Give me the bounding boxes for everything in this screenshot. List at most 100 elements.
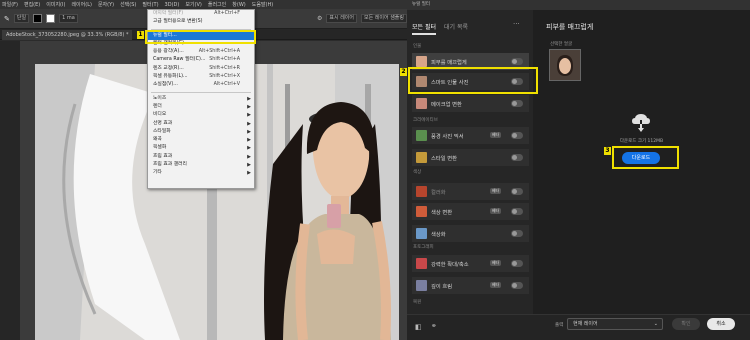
filter-item[interactable]: 깊이 흐림 베타 — [412, 277, 529, 294]
eyedropper-icon[interactable]: ✎ — [4, 15, 10, 23]
filter-thumbnail — [416, 98, 427, 109]
filter-toggle[interactable] — [511, 260, 523, 267]
menu-item-label: 노이즈 — [153, 95, 167, 101]
tab-wait-list[interactable]: 대기 목록 — [444, 22, 468, 35]
output-value: 현재 레이어 — [573, 321, 598, 327]
document-tab[interactable]: AdobeStock_373052280.jpeg @ 33.3% (RGB/8… — [2, 30, 133, 40]
layer-preview-icon[interactable]: ◧ — [415, 323, 422, 331]
menu-item-label: 응용 광각(A)... — [153, 49, 184, 55]
filter-menu-item[interactable]: 마지막 필터(F) Alt+Ctrl+F — [148, 10, 254, 18]
filter-menu-item[interactable]: 렌즈 교정(R)... Shift+Ctrl+R — [148, 65, 254, 73]
filter-name: 피부를 매끄럽게 — [431, 59, 467, 66]
filter-menu-item[interactable]: 선명 효과 ▶ — [148, 120, 254, 128]
sample-layer-select[interactable]: 표시 레이어 — [326, 14, 358, 23]
filter-thumbnail — [416, 280, 427, 291]
menu-item-label: 흐림 효과 갤러리 — [153, 162, 187, 168]
compare-icon[interactable]: ⚭ — [431, 322, 437, 330]
filter-item[interactable]: 색상화 — [412, 225, 529, 242]
submenu-arrow-icon: ▶ — [247, 103, 251, 110]
callout-box-2 — [408, 67, 538, 94]
filter-thumbnail — [416, 206, 427, 217]
output-select[interactable]: 현재 레이어 ⌄ — [567, 318, 663, 330]
filter-category-label: 색상 — [413, 170, 422, 175]
menu-2[interactable]: 이미지(I) — [46, 1, 65, 8]
filter-item[interactable]: 컬러화 베타 — [412, 183, 529, 200]
size-field[interactable]: 1 ma — [59, 14, 78, 23]
selected-face-thumbnail[interactable] — [549, 49, 581, 81]
filter-menu-item[interactable]: 픽셀 유동화(L)... Shift+Ctrl+X — [148, 73, 254, 81]
background-color-swatch[interactable] — [46, 14, 56, 23]
sample-all-checkbox[interactable]: 모든 레이어 샘플링 — [361, 14, 407, 23]
filter-name: 스타일 변환 — [431, 155, 458, 162]
filter-toggle[interactable] — [511, 188, 523, 195]
filter-menu-item[interactable]: 소실점(V)... Alt+Ctrl+V — [148, 81, 254, 89]
menu-11[interactable]: 도움말(H) — [252, 1, 273, 8]
submenu-arrow-icon: ▶ — [247, 153, 251, 160]
filter-item[interactable]: 메이크업 변환 — [412, 95, 529, 112]
menu-10[interactable]: 창(W) — [232, 1, 245, 8]
menu-8[interactable]: 보기(V) — [185, 1, 202, 8]
cancel-button[interactable]: 취소 — [707, 318, 735, 330]
foreground-color-swatch[interactable] — [33, 14, 43, 23]
gear-icon[interactable]: ⚙ — [317, 15, 322, 22]
beta-badge: 베타 — [490, 208, 501, 214]
filter-item[interactable]: 강력한 확대/축소 베타 — [412, 255, 529, 272]
filter-menu-item[interactable]: Camera Raw 필터(C)... Shift+Ctrl+A — [148, 56, 254, 64]
filter-thumbnail — [416, 130, 427, 141]
filter-menu-item[interactable]: 픽셀화 ▶ — [148, 144, 254, 152]
submenu-arrow-icon: ▶ — [247, 120, 251, 127]
output-label: 출력 — [555, 323, 564, 328]
menu-item-shortcut: Shift+Ctrl+X — [209, 74, 240, 80]
filter-item[interactable]: 풍경 사진 믹서 베타 — [412, 127, 529, 144]
filter-menu-item[interactable]: 렌더 ▶ — [148, 103, 254, 111]
filter-toggle[interactable] — [511, 132, 523, 139]
filter-menu-item[interactable]: 왜곡 ▶ — [148, 136, 254, 144]
menu-7[interactable]: 3D(D) — [165, 2, 180, 8]
menu-6[interactable]: 필터(T) — [142, 1, 158, 8]
menu-item-label: 렌즈 교정(R)... — [153, 65, 184, 71]
filter-toggle[interactable] — [511, 230, 523, 237]
filter-menu-item[interactable]: 스타일화 ▶ — [148, 128, 254, 136]
menu-9[interactable]: 플러그인 — [208, 1, 226, 8]
filter-menu-item[interactable]: 응용 광각(A)... Alt+Shift+Ctrl+A — [148, 48, 254, 56]
filter-category-label: 크리에이티브 — [413, 118, 438, 123]
submenu-arrow-icon: ▶ — [247, 145, 251, 152]
menu-item-label: Camera Raw 필터(C)... — [153, 57, 206, 63]
tab-all-filters[interactable]: 모든 필터 — [412, 22, 436, 35]
filter-toggle[interactable] — [511, 100, 523, 107]
sample-size-select[interactable]: 단일 — [13, 14, 30, 23]
menu-item-shortcut: Shift+Ctrl+A — [209, 57, 240, 63]
filter-item[interactable]: 색상 변환 베타 — [412, 203, 529, 220]
window-title: 뉴럴 필터 — [407, 0, 750, 10]
filter-toggle[interactable] — [511, 282, 523, 289]
filter-name: 풍경 사진 믹서 — [431, 133, 464, 140]
filter-thumbnail — [416, 228, 427, 239]
submenu-arrow-icon: ▶ — [247, 170, 251, 177]
filter-menu-item[interactable]: 노이즈 ▶ — [148, 95, 254, 103]
menu-item-label: 렌더 — [153, 103, 162, 109]
filter-menu-item[interactable]: 비디오 ▶ — [148, 111, 254, 119]
menu-item-label: 고급 필터용으로 변환(S) — [153, 19, 203, 25]
menu-item-label: 선명 효과 — [153, 120, 173, 126]
ok-button[interactable]: 확인 — [672, 318, 700, 330]
more-dots-icon[interactable]: ··· — [513, 20, 520, 28]
filter-name: 컬러화 — [431, 189, 446, 196]
filter-name: 색상화 — [431, 231, 446, 238]
menu-1[interactable]: 편집(E) — [24, 1, 40, 8]
filter-item[interactable]: 스타일 변환 — [412, 149, 529, 166]
menu-5[interactable]: 선택(S) — [120, 1, 136, 8]
menu-4[interactable]: 문자(Y) — [98, 1, 114, 8]
submenu-arrow-icon: ▶ — [247, 137, 251, 144]
menu-3[interactable]: 레이어(L) — [71, 1, 92, 8]
filter-menu-item[interactable]: 기타 ▶ — [148, 169, 254, 177]
filter-menu-item[interactable]: 흐림 효과 ▶ — [148, 153, 254, 161]
filter-menu-item[interactable]: 흐림 효과 갤러리 ▶ — [148, 161, 254, 169]
menu-0[interactable]: 파일(F) — [2, 1, 18, 8]
filter-toggle[interactable] — [511, 58, 523, 65]
filter-category-label: 인물 — [413, 44, 422, 49]
filter-category-label: 복원 — [413, 300, 422, 305]
menu-item-shortcut: Alt+Ctrl+F — [214, 11, 240, 16]
filter-menu-item[interactable]: 고급 필터용으로 변환(S) — [148, 18, 254, 26]
filter-toggle[interactable] — [511, 208, 523, 215]
filter-toggle[interactable] — [511, 154, 523, 161]
